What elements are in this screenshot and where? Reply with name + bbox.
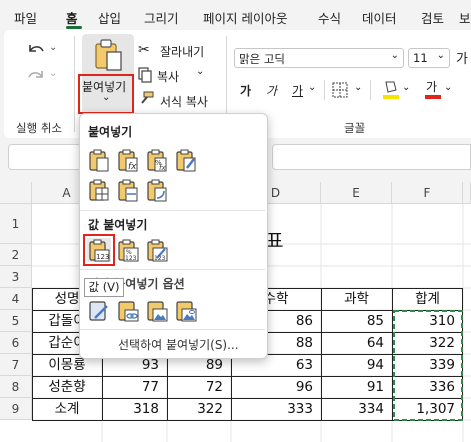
tab-home[interactable]: 홈: [66, 8, 78, 27]
menu-divider: [80, 269, 265, 270]
paste-values-section-title: 값 붙여넣기: [88, 218, 148, 232]
subtotal-cell[interactable]: 322: [167, 399, 231, 420]
subtotal-cell[interactable]: 318: [102, 399, 167, 420]
svg-text:123: 123: [125, 255, 137, 262]
paste-picture-icon[interactable]: [145, 298, 169, 322]
paste-no-borders-icon[interactable]: [87, 178, 111, 202]
subtotal-label-cell[interactable]: 소계: [32, 399, 102, 420]
paste-options-menu: 붙여넣기 fx % fx 값 붙여넣기 123 % 123 123 기타 붙여넣기 …: [79, 113, 268, 359]
score-cell[interactable]: 85: [321, 311, 392, 332]
paste-section-title: 붙여넣기: [88, 125, 133, 139]
score-cell[interactable]: 96: [231, 377, 321, 398]
svg-text:123: 123: [154, 255, 166, 262]
font-color-button[interactable]: 가: [424, 78, 442, 100]
font-size-value: 11: [413, 51, 428, 65]
font-color-glyph: 가: [426, 80, 438, 94]
paste-values-number-formatting-icon[interactable]: % 123: [116, 238, 140, 262]
underline-button[interactable]: 가: [292, 82, 303, 99]
borders-dropdown-icon[interactable]: ⌄: [354, 82, 362, 93]
paste-values-source-formatting-icon[interactable]: 123: [145, 238, 169, 262]
paste-icon[interactable]: [87, 148, 111, 172]
chevron-down-icon: ⌄: [390, 50, 399, 61]
font-color-swatch: [425, 95, 441, 99]
paste-formulas-number-formatting-icon[interactable]: % fx: [145, 148, 169, 172]
fill-color-dropdown-icon[interactable]: ⌄: [402, 82, 410, 93]
underline-dropdown-icon[interactable]: ⌄: [308, 82, 316, 93]
undo-icon[interactable]: [24, 40, 48, 60]
score-cell[interactable]: 91: [321, 377, 392, 398]
tab-insert[interactable]: 삽입: [98, 8, 121, 27]
score-cell[interactable]: 64: [321, 333, 392, 354]
font-size-dropdown[interactable]: 11 ⌄: [408, 48, 450, 68]
paste-values-tooltip: 값 (V): [84, 278, 124, 297]
undo-group-label: 실행 취소: [16, 121, 62, 135]
paste-clipboard-icon: [94, 38, 124, 72]
subtotal-cell[interactable]: 333: [231, 399, 321, 420]
active-tab-indicator: [66, 26, 82, 29]
formula-bar[interactable]: [272, 144, 471, 170]
subtotal-cell[interactable]: 334: [321, 399, 392, 420]
menu-tab-bar: 파일 홈 삽입 그리기 페이지 레이아웃 수식 데이터 검토 보: [0, 0, 471, 30]
divider: [370, 80, 371, 100]
copy-selection-marquee: [393, 310, 463, 421]
menu-divider: [80, 210, 265, 211]
score-cell[interactable]: 94: [321, 355, 392, 376]
paste-formatting-icon[interactable]: [87, 298, 111, 322]
cut-label[interactable]: 잘라내기: [160, 43, 204, 60]
copy-icon[interactable]: [138, 67, 152, 83]
scissors-icon[interactable]: ✂: [138, 42, 150, 58]
italic-button[interactable]: 가: [266, 82, 277, 99]
font-group-label: 글꼴: [344, 121, 366, 135]
font-name-value: 맑은 고딕: [239, 52, 285, 66]
copy-label[interactable]: 복사: [157, 68, 179, 85]
group-separator: [74, 36, 75, 132]
paste-link-icon[interactable]: [116, 298, 140, 322]
format-painter-icon[interactable]: [138, 91, 154, 107]
menu-divider: [80, 329, 265, 330]
paste-formulas-icon[interactable]: fx: [116, 148, 140, 172]
tab-file[interactable]: 파일: [14, 8, 37, 27]
divider: [324, 80, 325, 100]
tab-draw[interactable]: 그리기: [144, 8, 179, 27]
paste-dropdown-icon[interactable]: ⌄: [102, 92, 110, 103]
paste-keep-column-widths-icon[interactable]: [116, 178, 140, 202]
fill-color-icon[interactable]: [382, 78, 400, 100]
borders-icon[interactable]: [332, 82, 348, 98]
redo-dropdown-icon[interactable]: ⌄: [49, 68, 57, 79]
tab-view[interactable]: 보: [459, 8, 471, 27]
score-cell[interactable]: 77: [102, 377, 167, 398]
paste-keep-source-formatting-icon[interactable]: [174, 148, 198, 172]
paste-transpose-icon[interactable]: [145, 178, 169, 202]
font-color-dropdown-icon[interactable]: ⌄: [444, 82, 452, 93]
tab-data[interactable]: 데이터: [362, 8, 397, 27]
tab-page-layout[interactable]: 페이지 레이아웃: [203, 8, 287, 27]
bold-button[interactable]: 가: [240, 82, 251, 99]
tab-formulas[interactable]: 수식: [318, 8, 341, 27]
format-painter-label[interactable]: 서식 복사: [160, 93, 208, 110]
chevron-down-icon: ⌄: [436, 50, 445, 61]
paste-values-highlight-box: [83, 234, 115, 266]
svg-text:fx: fx: [128, 162, 137, 172]
header-cell[interactable]: 과학: [321, 289, 392, 310]
paste-special-menu-item[interactable]: 선택하여 붙여넣기(S)...: [118, 336, 239, 353]
score-cell[interactable]: 72: [167, 377, 231, 398]
paste-linked-picture-icon[interactable]: [174, 298, 198, 322]
svg-text:fx: fx: [159, 164, 166, 172]
tab-review[interactable]: 검토: [421, 8, 444, 27]
increase-font-size-icon[interactable]: 가: [456, 48, 468, 67]
copy-dropdown-icon[interactable]: ⌄: [196, 66, 204, 77]
undo-dropdown-icon[interactable]: ⌄: [49, 42, 57, 53]
name-cell[interactable]: 성춘향: [32, 377, 102, 398]
font-name-dropdown[interactable]: 맑은 고딕 ⌄: [234, 48, 404, 68]
redo-icon[interactable]: [24, 66, 48, 86]
header-cell[interactable]: 합계: [392, 289, 463, 310]
